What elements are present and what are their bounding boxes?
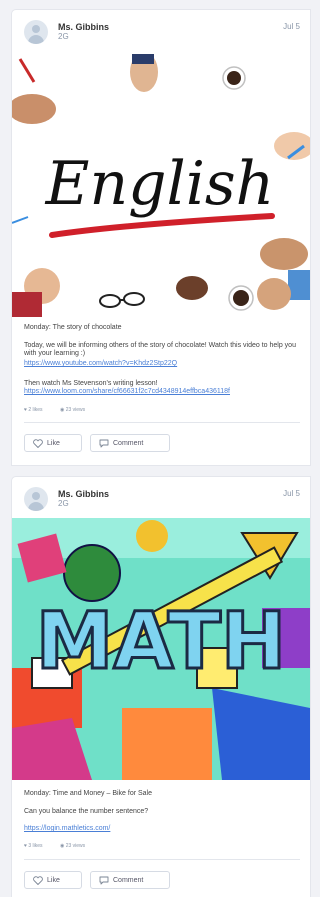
post-date: Jul 5 (283, 22, 300, 31)
heart-icon (33, 438, 43, 448)
post-image-english[interactable]: English (12, 54, 310, 317)
likes-count: ♥ 2 likes (24, 407, 43, 413)
post-image-math[interactable]: MATH (12, 518, 310, 780)
post-card: Ms. Gibbins 2G Jul 5 English Monday: The… (12, 10, 310, 465)
post-date: Jul 5 (283, 489, 300, 498)
author-name[interactable]: Ms. Gibbins (58, 489, 109, 499)
author-name[interactable]: Ms. Gibbins (58, 22, 109, 32)
post-title: Monday: The story of chocolate (24, 324, 122, 331)
heart-icon (33, 875, 43, 885)
comment-bubble-icon (99, 876, 109, 884)
post-body: Today, we will be informing others of th… (24, 342, 296, 357)
class-label: 2G (58, 32, 69, 41)
like-label: Like (47, 439, 60, 447)
post-title: Monday: Time and Money – Bike for Sale (24, 790, 153, 797)
post-link-youtube[interactable]: https://www.youtube.com/watch?v=Khdz2Stp… (24, 360, 177, 367)
like-label: Like (47, 876, 60, 884)
divider (24, 859, 300, 860)
post-link-loom[interactable]: https://www.loom.com/share/cf66631f2c7cd… (24, 388, 230, 395)
avatar-body-shape (28, 35, 44, 44)
post-header: Ms. Gibbins 2G Jul 5 (12, 477, 310, 519)
comment-button[interactable]: Comment (90, 871, 170, 889)
like-button[interactable]: Like (24, 871, 82, 889)
avatar[interactable] (24, 487, 48, 511)
like-button[interactable]: Like (24, 434, 82, 452)
post-body: Can you balance the number sentence? (24, 808, 149, 815)
comment-label: Comment (113, 439, 144, 447)
post-stats: ♥ 3 likes ◉ 23 views (24, 843, 101, 849)
avatar-head-shape (32, 25, 40, 33)
comment-button[interactable]: Comment (90, 434, 170, 452)
math-illustration: MATH (12, 518, 310, 780)
divider (24, 422, 300, 423)
post-stats: ♥ 2 likes ◉ 23 views (24, 407, 101, 413)
image-headline-text: English (45, 149, 275, 219)
avatar-head-shape (32, 492, 40, 500)
views-count: ◉ 23 views (59, 407, 86, 413)
post-header: Ms. Gibbins 2G Jul 5 (12, 10, 310, 52)
avatar-body-shape (28, 502, 44, 511)
image-headline-text: MATH (36, 597, 286, 687)
avatar[interactable] (24, 20, 48, 44)
class-label: 2G (58, 499, 69, 508)
post-link-mathletics[interactable]: https://login.mathletics.com/ (24, 825, 110, 832)
post-body-secondary: Then watch Ms Stevenson's writing lesson… (24, 380, 158, 387)
views-count: ◉ 23 views (59, 843, 86, 849)
comment-bubble-icon (99, 439, 109, 447)
english-illustration: English (12, 54, 310, 317)
likes-count: ♥ 3 likes (24, 843, 43, 849)
comment-label: Comment (113, 876, 144, 884)
post-card: Ms. Gibbins 2G Jul 5 MATH Monday: Time a… (12, 477, 310, 897)
